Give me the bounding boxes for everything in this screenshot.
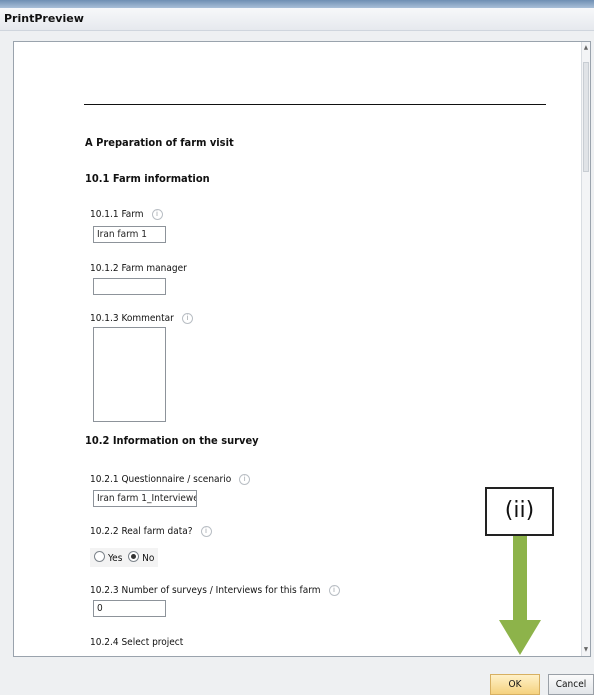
info-icon[interactable]: i — [181, 313, 193, 324]
no-radio[interactable] — [128, 551, 140, 562]
scroll-thumb[interactable] — [583, 62, 589, 172]
farm-label: 10.1.1 Farm i — [90, 209, 163, 220]
section-10-1-title: 10.1 Farm information — [85, 172, 210, 185]
questionnaire-label: 10.2.1 Questionnaire / scenario i — [90, 474, 251, 485]
kommentar-textarea[interactable] — [93, 327, 166, 422]
section-a-title: A Preparation of farm visit — [85, 136, 234, 149]
questionnaire-field[interactable]: Iran farm 1_Interviewer — [93, 490, 197, 507]
yes-radio[interactable] — [94, 551, 105, 562]
scroll-down-icon[interactable]: ▼ — [582, 646, 590, 654]
info-icon[interactable]: i — [200, 526, 212, 537]
info-icon[interactable]: i — [328, 585, 340, 596]
annotation-arrow — [513, 536, 527, 622]
info-icon[interactable]: i — [239, 474, 251, 485]
no-label: No — [142, 553, 155, 564]
vertical-scrollbar[interactable]: ▲ ▼ — [581, 42, 590, 656]
title-bar: PrintPreview — [0, 8, 594, 31]
farm-manager-field[interactable] — [93, 278, 166, 295]
kommentar-label: 10.1.3 Kommentar i — [90, 313, 193, 324]
annotation-arrow-head — [499, 620, 541, 655]
info-icon[interactable]: i — [151, 209, 163, 220]
ok-button[interactable]: OK — [490, 674, 540, 695]
top-edge — [0, 0, 594, 8]
number-surveys-field[interactable]: 0 — [93, 600, 166, 617]
number-surveys-label: 10.2.3 Number of surveys / Interviews fo… — [90, 585, 340, 596]
real-farm-data-label: 10.2.2 Real farm data? i — [90, 526, 212, 537]
farm-field[interactable]: Iran farm 1 — [93, 226, 166, 243]
window-title: PrintPreview — [4, 12, 84, 25]
annotation-label: (ii) — [485, 487, 554, 536]
print-preview-frame[interactable]: ▲ ▼ A Preparation of farm visit 10.1 Far… — [13, 41, 591, 657]
divider-line — [84, 104, 546, 105]
section-10-2-title: 10.2 Information on the survey — [85, 434, 259, 447]
yes-label: Yes — [108, 553, 123, 564]
scroll-up-icon[interactable]: ▲ — [582, 44, 590, 52]
select-project-label: 10.2.4 Select project — [90, 637, 184, 648]
farm-manager-label: 10.1.2 Farm manager — [90, 263, 187, 274]
real-farm-data-radio-group: Yes No — [90, 548, 159, 567]
cancel-button[interactable]: Cancel — [548, 674, 594, 695]
